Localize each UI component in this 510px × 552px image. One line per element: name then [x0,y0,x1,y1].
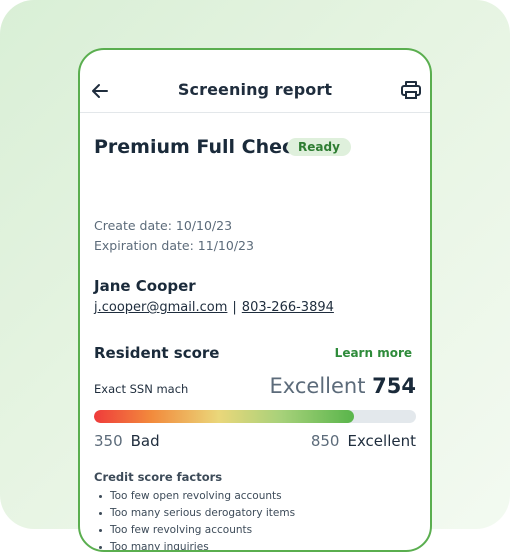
app-bar: Screening report [80,50,430,113]
score-bar-fill [94,410,355,423]
credit-factors-list: Too few open revolving accounts Too many… [94,488,295,550]
print-button[interactable] [399,78,423,102]
range-min-value: 350 [94,432,123,450]
applicant-name: Jane Cooper [94,277,196,295]
page-title: Screening report [177,80,333,99]
report-header: Premium Full Check Ready [94,136,416,164]
score-rating: Excellent [269,374,366,398]
learn-more-link[interactable]: Learn more [335,346,412,360]
expiration-date: Expiration date: 11/10/23 [94,238,254,253]
score-number: 754 [372,374,416,398]
range-high: 850 Excellent [311,432,416,450]
ssn-match-label: Exact SSN mach [94,382,189,396]
applicant-contact: j.cooper@gmail.com | 803-266-3894 [94,300,334,315]
score-bar [94,410,416,423]
range-max-value: 850 [310,432,340,450]
list-item: Too few open revolving accounts [94,488,295,505]
status-badge: Ready [287,138,351,156]
score-value: Excellent 754 [270,374,416,398]
resident-score-title: Resident score [94,344,220,362]
range-min-label: Bad [130,432,160,450]
credit-factors-title: Credit score factors [94,470,223,484]
email-link[interactable]: j.cooper@gmail.com [94,300,227,315]
resident-score-header: Resident score Learn more [94,344,416,366]
contact-separator: | [232,300,237,315]
phone-link[interactable]: 803-266-3894 [242,300,334,315]
range-low: 350 Bad [94,432,160,450]
score-range: 350 Bad 850 Excellent [94,432,416,452]
list-item: Too many inquiries [94,539,295,550]
report-title: Premium Full Check [94,136,306,158]
phone-frame: Screening report Premium Full Check Read… [78,48,432,552]
list-item: Too many serious derogatory items [94,505,295,522]
printer-icon [401,81,421,99]
create-date: Create date: 10/10/23 [94,218,233,233]
range-max-label: Excellent [347,432,416,450]
list-item: Too few revolving accounts [94,522,295,539]
